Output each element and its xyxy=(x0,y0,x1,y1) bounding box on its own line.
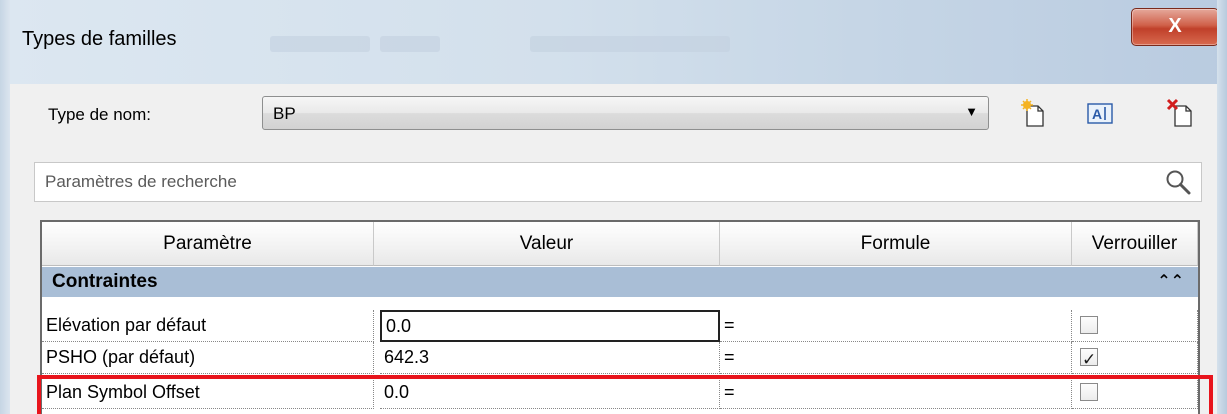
column-header-verrouiller[interactable]: Verrouiller xyxy=(1072,222,1198,266)
type-name-label: Type de nom: xyxy=(48,105,152,124)
svg-text:A: A xyxy=(1092,106,1102,122)
lock-checkbox[interactable] xyxy=(1080,344,1098,375)
background-blur xyxy=(380,36,440,52)
value-input[interactable]: 642.3 xyxy=(380,342,720,374)
group-name: Contraintes xyxy=(52,271,158,292)
new-type-icon[interactable] xyxy=(1018,98,1048,128)
column-header-valeur[interactable]: Valeur xyxy=(374,222,720,266)
formula-cell[interactable]: = xyxy=(720,377,1072,409)
lock-cell xyxy=(1072,342,1198,375)
table-row[interactable]: PSHO (par défaut) 642.3 = xyxy=(42,342,1198,375)
lock-cell xyxy=(1072,310,1198,342)
background-blur xyxy=(270,36,370,52)
group-header-contraintes[interactable]: Contraintes ⌃⌃ xyxy=(42,267,1198,297)
formula-cell[interactable]: = xyxy=(720,342,1072,374)
title-bar: Types de familles X xyxy=(0,0,1227,85)
lock-checkbox[interactable] xyxy=(1080,383,1098,401)
parameters-table: Paramètre Valeur Formule Verrouiller Con… xyxy=(40,220,1200,414)
window-title: Types de familles xyxy=(22,28,177,50)
window-border-left xyxy=(0,0,10,414)
param-name: PSHO (par défaut) xyxy=(42,342,374,374)
lock-checkbox[interactable] xyxy=(1080,316,1098,334)
value-input[interactable]: 0.0 xyxy=(380,377,720,409)
close-button[interactable]: X xyxy=(1131,8,1219,46)
param-name: Plan Symbol Offset xyxy=(42,377,374,409)
window-border-right xyxy=(1217,0,1227,414)
formula-cell[interactable]: = xyxy=(720,310,1072,342)
background-blur xyxy=(530,36,730,52)
type-name-dropdown[interactable]: BP ▼ xyxy=(262,96,989,130)
delete-type-icon[interactable] xyxy=(1166,98,1196,128)
table-row[interactable]: Elévation par défaut 0.0 = xyxy=(42,310,1198,342)
search-icon[interactable] xyxy=(1165,169,1191,195)
dropdown-arrow-icon[interactable]: ▼ xyxy=(965,104,978,119)
lock-cell xyxy=(1072,377,1198,409)
column-header-parametre[interactable]: Paramètre xyxy=(42,222,374,266)
column-header-formule[interactable]: Formule xyxy=(720,222,1072,266)
rename-type-icon[interactable]: A xyxy=(1085,98,1115,128)
param-name: Elévation par défaut xyxy=(42,310,374,342)
search-input[interactable] xyxy=(45,169,1145,195)
collapse-icon[interactable]: ⌃⌃ xyxy=(1157,271,1184,291)
search-field[interactable] xyxy=(34,162,1202,202)
value-input[interactable]: 0.0 xyxy=(380,310,720,342)
table-row[interactable]: Plan Symbol Offset 0.0 = xyxy=(42,377,1198,409)
type-name-value: BP xyxy=(273,104,296,123)
